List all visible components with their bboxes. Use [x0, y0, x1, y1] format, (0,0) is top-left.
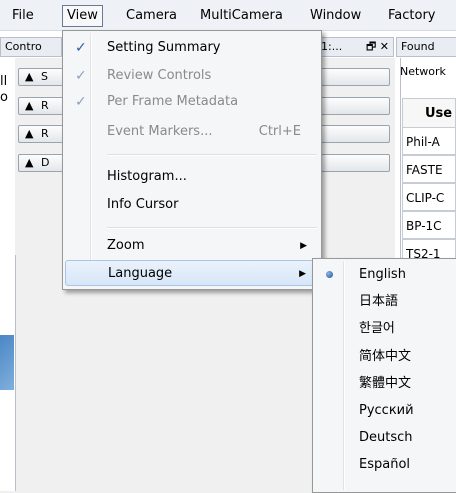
language-item-simplified-chinese[interactable]: 简体中文 [315, 344, 455, 370]
menu-multicamera[interactable]: MultiCamera [196, 6, 287, 26]
row-label: S [41, 70, 48, 83]
table-row[interactable]: CLIP-C [402, 183, 456, 211]
controls-pane-header[interactable]: Contro [0, 37, 62, 57]
expand-triangle-icon: ▲ [25, 127, 34, 140]
thumbnail-image [0, 335, 14, 390]
language-item-korean[interactable]: 한글어 [315, 316, 455, 342]
menu-factory[interactable]: Factory [384, 6, 440, 26]
menu-bar: File View Camera MultiCamera Window Fact… [0, 0, 456, 31]
menu-item-label: 繁體中文 [359, 376, 412, 391]
menu-file[interactable]: File [8, 6, 38, 26]
view-menu: ✓ Setting Summary ✓ Review Controls ✓ Pe… [62, 30, 322, 290]
submenu-arrow-icon: ▶ [299, 269, 306, 279]
expand-triangle-icon: ▲ [25, 156, 34, 169]
clipped-text: o [0, 90, 8, 105]
row-label: R [41, 99, 49, 112]
menu-item-label: Histogram... [107, 169, 187, 184]
menu-item-label: Info Cursor [107, 197, 179, 212]
radio-selected-icon [326, 271, 333, 278]
check-icon: ✓ [75, 94, 87, 110]
menu-separator [107, 227, 317, 229]
language-item-english[interactable]: English [315, 262, 455, 288]
menu-item-label: 日本語 [359, 294, 399, 309]
menu-item-event-markers[interactable]: Event Markers... Ctrl+E [65, 119, 319, 145]
menu-item-language[interactable]: Language ▶ [65, 260, 319, 286]
clipped-text: ll [0, 74, 8, 89]
divider [15, 255, 16, 491]
menu-item-label: 简体中文 [359, 349, 412, 364]
table-row[interactable]: FASTE [402, 155, 456, 183]
menu-item-label: English [359, 267, 406, 282]
menu-item-label: Setting Summary [107, 40, 221, 55]
menu-item-label: Event Markers... [107, 124, 213, 139]
menu-item-setting-summary[interactable]: ✓ Setting Summary [65, 35, 319, 61]
language-item-japanese[interactable]: 日本語 [315, 289, 455, 315]
expand-triangle-icon: ▲ [25, 70, 34, 83]
menu-item-label: Per Frame Metadata [107, 94, 239, 109]
middle-pane-title: 1:... [321, 40, 343, 53]
language-item-spanish[interactable]: Español [315, 452, 455, 478]
table-row[interactable]: Phil-A [402, 127, 456, 155]
menu-item-zoom[interactable]: Zoom ▶ [65, 233, 319, 259]
found-pane-header[interactable]: Found [396, 37, 456, 57]
menu-separator [107, 154, 317, 156]
menu-view[interactable]: View [62, 5, 103, 27]
table-header-user[interactable]: Use [402, 98, 456, 128]
menu-item-shortcut: Ctrl+E [258, 124, 301, 139]
menu-item-info-cursor[interactable]: Info Cursor [65, 192, 319, 218]
network-label: Network [400, 65, 446, 78]
menu-item-review-controls[interactable]: ✓ Review Controls [65, 63, 319, 89]
menu-item-label: Español [359, 457, 411, 472]
check-icon: ✓ [75, 40, 87, 56]
language-item-russian[interactable]: Русский [315, 398, 455, 424]
menu-item-label: Language [108, 266, 173, 281]
row-label: R [41, 127, 49, 140]
menu-camera[interactable]: Camera [122, 6, 181, 26]
row-label: D [41, 156, 50, 169]
menu-item-label: Review Controls [107, 68, 212, 83]
menu-item-label: 한글어 [359, 321, 395, 336]
pane-float-close-icons[interactable]: 🗗 ✕ [366, 38, 389, 56]
menu-item-histogram[interactable]: Histogram... [65, 164, 319, 190]
menu-item-per-frame-metadata[interactable]: ✓ Per Frame Metadata [65, 89, 319, 115]
submenu-arrow-icon: ▶ [300, 241, 307, 251]
menu-item-label: Deutsch [359, 430, 413, 445]
language-submenu: English 日本語 한글어 简体中文 繁體中文 Русский Deutsc… [312, 258, 456, 493]
table-row[interactable]: BP-1C [402, 211, 456, 239]
menu-item-label: Zoom [107, 238, 145, 253]
menu-item-label: Русский [359, 403, 414, 418]
language-item-traditional-chinese[interactable]: 繁體中文 [315, 371, 455, 397]
check-icon: ✓ [75, 68, 87, 84]
expand-triangle-icon: ▲ [25, 99, 34, 112]
language-item-german[interactable]: Deutsch [315, 425, 455, 451]
menu-window[interactable]: Window [306, 6, 365, 26]
